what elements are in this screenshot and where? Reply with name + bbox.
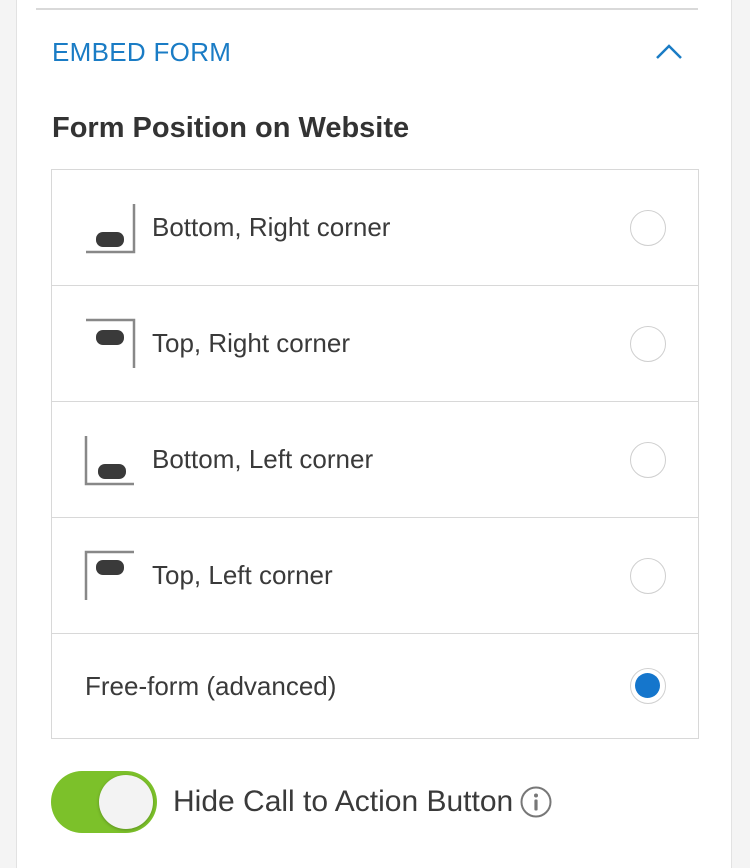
option-label: Free-form (advanced) (85, 670, 337, 701)
section-title: EMBED FORM (52, 36, 232, 67)
option-label: Top, Right corner (152, 328, 350, 358)
top-right-position-icon (86, 318, 136, 368)
radio-free-form[interactable] (630, 668, 666, 704)
chevron-up-icon[interactable] (654, 42, 684, 62)
form-position-options: Bottom, Right corner Top, Right corner B… (51, 169, 699, 739)
info-icon[interactable] (519, 785, 553, 819)
option-label: Top, Left corner (152, 560, 333, 590)
radio-bottom-left[interactable] (630, 441, 666, 478)
radio-bottom-right[interactable] (630, 209, 666, 246)
form-position-heading: Form Position on Website (52, 112, 410, 144)
hide-cta-toggle[interactable] (51, 771, 157, 833)
hide-cta-label: Hide Call to Action Button (173, 785, 514, 818)
bottom-left-position-icon (84, 435, 134, 485)
embed-form-section-header[interactable]: EMBED FORM (52, 28, 698, 76)
option-label: Bottom, Right corner (152, 212, 391, 242)
option-free-form[interactable]: Free-form (advanced) (52, 634, 698, 738)
hide-cta-row: Hide Call to Action Button (51, 770, 553, 834)
toggle-knob (99, 775, 153, 829)
option-top-right[interactable]: Top, Right corner (52, 286, 698, 402)
option-bottom-right[interactable]: Bottom, Right corner (52, 170, 698, 286)
option-bottom-left[interactable]: Bottom, Left corner (52, 402, 698, 518)
radio-top-left[interactable] (630, 557, 666, 594)
top-left-position-icon (84, 550, 134, 600)
option-top-left[interactable]: Top, Left corner (52, 518, 698, 634)
radio-top-right[interactable] (630, 325, 666, 362)
option-label: Bottom, Left corner (152, 444, 374, 474)
bottom-right-position-icon (86, 203, 136, 253)
top-divider (36, 8, 698, 10)
